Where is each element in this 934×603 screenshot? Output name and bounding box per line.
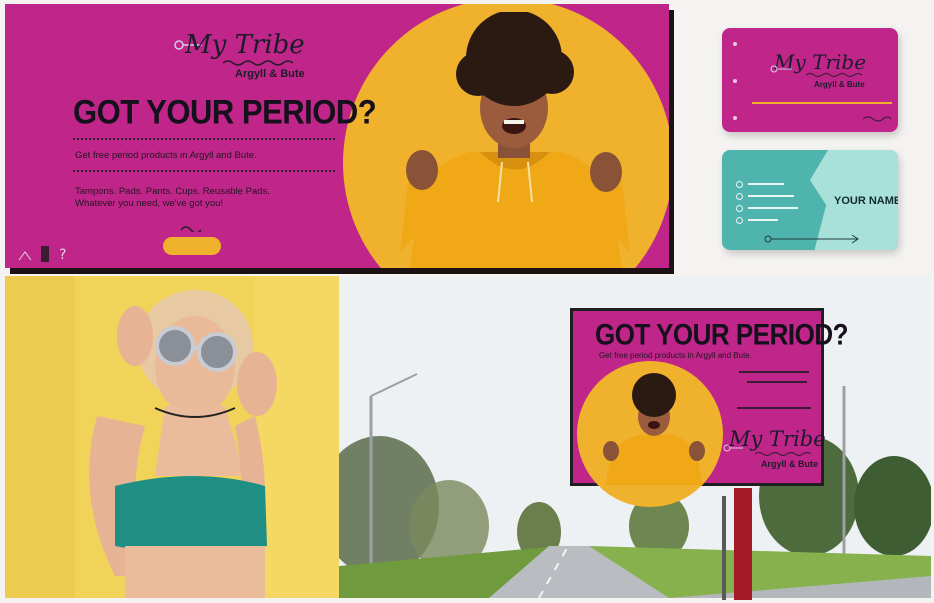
globe-icon: [736, 204, 743, 212]
contact-row-address: [736, 216, 778, 224]
woman-sunglasses-photo: [5, 276, 339, 598]
svg-text:?: ?: [59, 247, 66, 263]
billboard-tagline: Get free period products in Argyll and B…: [599, 351, 752, 360]
billboard: GOT YOUR PERIOD? Get free period product…: [570, 308, 849, 507]
woman-hoodie-image: [400, 12, 630, 268]
logo-title: My Tribe: [185, 30, 305, 60]
woman-sunglasses-image: [5, 276, 339, 598]
logo-squiggle: [223, 60, 293, 66]
billboard-logo-title: My Tribe: [729, 427, 826, 451]
card-logo-subtitle: Argyll & Bute: [814, 80, 865, 89]
cta-button[interactable]: [163, 237, 221, 255]
billboard-headline: GOT YOUR PERIOD?: [595, 317, 849, 352]
business-card-front: My Tribe Argyll & Bute: [722, 28, 898, 132]
billboard-info-lines: [737, 371, 811, 409]
billboard-post: [734, 488, 752, 600]
contact-row-web: [736, 204, 798, 212]
promo-banner: My Tribe Argyll & Bute GOT YOUR PERIOD? …: [5, 4, 669, 268]
arrow-key-icon: [764, 234, 859, 244]
logo-squiggle: [755, 452, 811, 456]
banner-headline: GOT YOUR PERIOD?: [73, 92, 377, 132]
contact-row-phone: [736, 180, 784, 188]
partner-logos-icon: ?: [18, 246, 66, 263]
logo-squiggle: [806, 73, 862, 77]
card-side-dots: [733, 42, 737, 120]
business-card-back: YOUR NAME: [722, 150, 898, 250]
billboard-woman-image: [603, 373, 705, 485]
billboard-post-rear: [722, 496, 726, 600]
divider: [73, 170, 335, 172]
location-icon: [736, 216, 743, 224]
logo-subtitle: Argyll & Bute: [235, 68, 305, 80]
email-icon: [736, 192, 743, 200]
banner-tagline: Get free period products in Argyll and B…: [75, 150, 257, 161]
card-accent-line: [752, 102, 892, 104]
divider: [73, 138, 335, 140]
card-name: YOUR NAME: [834, 195, 898, 207]
squiggle-icon: [180, 226, 202, 232]
products-line: Tampons. Pads. Pants. Cups. Reusable Pad…: [75, 186, 270, 197]
phone-icon: [736, 180, 743, 188]
billboard-logo-subtitle: Argyll & Bute: [761, 459, 819, 469]
key-icon: [770, 65, 792, 73]
contact-row-email: [736, 192, 794, 200]
card-signature-mark: [862, 116, 892, 122]
whatever-line: Whatever you need, we've got you!: [75, 198, 224, 209]
